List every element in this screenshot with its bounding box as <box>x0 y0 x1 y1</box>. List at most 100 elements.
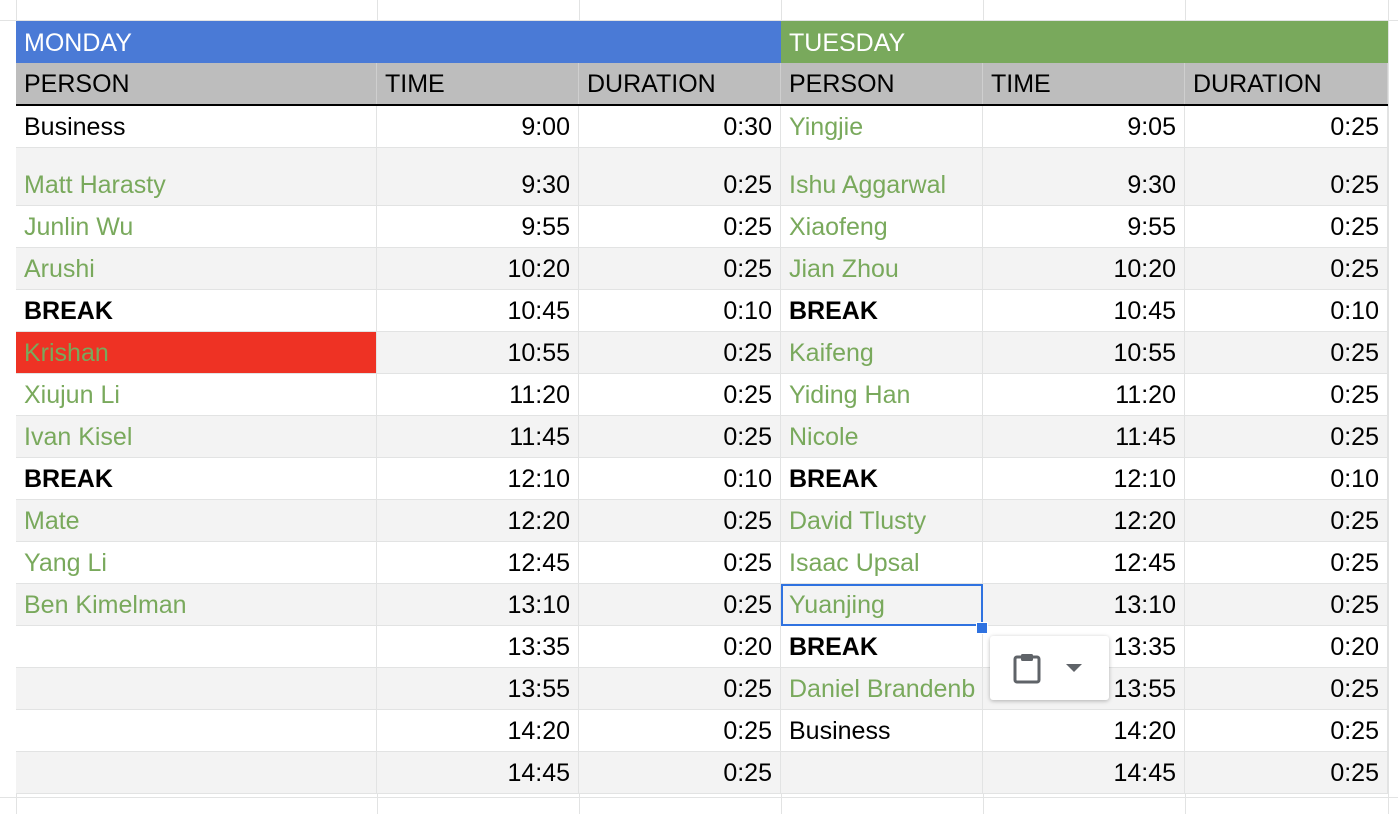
monday-time-cell[interactable]: 10:55 <box>377 332 579 374</box>
monday-duration-cell[interactable]: 0:25 <box>579 374 781 416</box>
monday-duration-cell[interactable]: 0:25 <box>579 500 781 542</box>
tuesday-time-cell[interactable]: 11:20 <box>983 374 1185 416</box>
monday-duration-cell[interactable]: 0:25 <box>579 206 781 248</box>
tuesday-person-cell[interactable]: BREAK <box>781 458 983 500</box>
tuesday-time-cell[interactable]: 10:45 <box>983 290 1185 332</box>
monday-person-cell[interactable]: Yang Li <box>16 542 377 584</box>
tuesday-duration-cell[interactable]: 0:25 <box>1185 710 1388 752</box>
monday-person-cell[interactable]: Matt Harasty <box>16 148 377 206</box>
tuesday-time-cell[interactable]: 12:20 <box>983 500 1185 542</box>
monday-time-cell[interactable]: 13:55 <box>377 668 579 710</box>
monday-duration-cell[interactable]: 0:25 <box>579 668 781 710</box>
monday-duration-cell[interactable]: 0:25 <box>579 416 781 458</box>
tuesday-person-cell[interactable]: Yingjie <box>781 106 983 148</box>
tuesday-person-cell[interactable]: Nicole <box>781 416 983 458</box>
monday-time-cell[interactable]: 9:00 <box>377 106 579 148</box>
clipboard-icon[interactable] <box>1012 652 1042 684</box>
monday-duration-cell[interactable]: 0:25 <box>579 710 781 752</box>
tuesday-duration-cell[interactable]: 0:25 <box>1185 374 1388 416</box>
monday-person-cell[interactable]: BREAK <box>16 290 377 332</box>
tuesday-person-cell[interactable]: Yiding Han <box>781 374 983 416</box>
monday-person-cell[interactable]: Junlin Wu <box>16 206 377 248</box>
monday-duration-cell[interactable]: 0:25 <box>579 332 781 374</box>
caret-down-icon[interactable] <box>1064 662 1084 674</box>
monday-time-cell[interactable]: 11:20 <box>377 374 579 416</box>
monday-duration-cell[interactable]: 0:25 <box>579 148 781 206</box>
tuesday-duration-cell[interactable]: 0:25 <box>1185 148 1388 206</box>
tuesday-person-cell[interactable]: David Tlusty <box>781 500 983 542</box>
monday-duration-cell[interactable]: 0:25 <box>579 248 781 290</box>
tuesday-duration-header[interactable]: DURATION <box>1185 63 1388 104</box>
monday-person-cell[interactable]: Business <box>16 106 377 148</box>
tuesday-person-cell[interactable]: BREAK <box>781 290 983 332</box>
tuesday-duration-cell[interactable]: 0:25 <box>1185 542 1388 584</box>
monday-person-cell[interactable] <box>16 752 377 794</box>
monday-person-cell[interactable] <box>16 626 377 668</box>
tuesday-duration-cell[interactable]: 0:10 <box>1185 290 1388 332</box>
monday-person-cell[interactable] <box>16 710 377 752</box>
monday-duration-cell[interactable]: 0:30 <box>579 106 781 148</box>
tuesday-duration-cell[interactable]: 0:25 <box>1185 206 1388 248</box>
tuesday-header-cell[interactable]: TUESDAY <box>781 21 1388 63</box>
tuesday-time-cell[interactable]: 13:10 <box>983 584 1185 626</box>
tuesday-person-cell[interactable]: Xiaofeng <box>781 206 983 248</box>
monday-person-cell[interactable]: BREAK <box>16 458 377 500</box>
monday-person-cell[interactable]: Mate <box>16 500 377 542</box>
tuesday-duration-cell[interactable]: 0:25 <box>1185 500 1388 542</box>
monday-time-cell[interactable]: 13:35 <box>377 626 579 668</box>
monday-person-cell[interactable] <box>16 668 377 710</box>
spreadsheet-grid[interactable]: MONDAY TUESDAY PERSON TIME DURATION PERS… <box>16 21 1388 794</box>
monday-duration-cell[interactable]: 0:10 <box>579 458 781 500</box>
tuesday-time-cell[interactable]: 10:55 <box>983 332 1185 374</box>
tuesday-time-cell[interactable]: 9:55 <box>983 206 1185 248</box>
monday-time-cell[interactable]: 10:20 <box>377 248 579 290</box>
tuesday-duration-cell[interactable]: 0:20 <box>1185 626 1388 668</box>
monday-person-cell[interactable]: Ivan Kisel <box>16 416 377 458</box>
tuesday-time-cell[interactable]: 12:10 <box>983 458 1185 500</box>
tuesday-person-cell[interactable] <box>781 752 983 794</box>
tuesday-duration-cell[interactable]: 0:10 <box>1185 458 1388 500</box>
monday-time-cell[interactable]: 13:10 <box>377 584 579 626</box>
monday-time-cell[interactable]: 12:10 <box>377 458 579 500</box>
monday-time-cell[interactable]: 12:45 <box>377 542 579 584</box>
monday-duration-header[interactable]: DURATION <box>579 63 781 104</box>
monday-time-cell[interactable]: 14:45 <box>377 752 579 794</box>
tuesday-time-cell[interactable]: 14:20 <box>983 710 1185 752</box>
tuesday-time-cell[interactable]: 9:30 <box>983 148 1185 206</box>
tuesday-duration-cell[interactable]: 0:25 <box>1185 752 1388 794</box>
monday-duration-cell[interactable]: 0:25 <box>579 752 781 794</box>
tuesday-duration-cell[interactable]: 0:25 <box>1185 332 1388 374</box>
monday-person-cell[interactable]: Krishan <box>16 332 377 374</box>
monday-time-cell[interactable]: 12:20 <box>377 500 579 542</box>
tuesday-time-header[interactable]: TIME <box>983 63 1185 104</box>
monday-time-header[interactable]: TIME <box>377 63 579 104</box>
tuesday-person-cell[interactable]: Business <box>781 710 983 752</box>
monday-time-cell[interactable]: 10:45 <box>377 290 579 332</box>
tuesday-person-cell[interactable]: Jian Zhou <box>781 248 983 290</box>
selection-fill-handle[interactable] <box>976 622 988 634</box>
tuesday-time-cell[interactable]: 9:05 <box>983 106 1185 148</box>
tuesday-time-cell[interactable]: 10:20 <box>983 248 1185 290</box>
monday-time-cell[interactable]: 9:30 <box>377 148 579 206</box>
tuesday-time-cell[interactable]: 12:45 <box>983 542 1185 584</box>
monday-duration-cell[interactable]: 0:25 <box>579 584 781 626</box>
monday-time-cell[interactable]: 14:20 <box>377 710 579 752</box>
tuesday-duration-cell[interactable]: 0:25 <box>1185 248 1388 290</box>
monday-person-cell[interactable]: Arushi <box>16 248 377 290</box>
monday-person-cell[interactable]: Ben Kimelman <box>16 584 377 626</box>
monday-duration-cell[interactable]: 0:25 <box>579 542 781 584</box>
monday-person-header[interactable]: PERSON <box>16 63 377 104</box>
tuesday-duration-cell[interactable]: 0:25 <box>1185 584 1388 626</box>
tuesday-person-cell[interactable]: Kaifeng <box>781 332 983 374</box>
tuesday-person-header[interactable]: PERSON <box>781 63 983 104</box>
tuesday-person-cell[interactable]: Isaac Upsal <box>781 542 983 584</box>
tuesday-time-cell[interactable]: 14:45 <box>983 752 1185 794</box>
tuesday-person-cell[interactable]: Yuanjing <box>781 584 983 626</box>
tuesday-person-cell[interactable]: Daniel Brandenb <box>781 668 983 710</box>
monday-time-cell[interactable]: 9:55 <box>377 206 579 248</box>
monday-header-cell[interactable]: MONDAY <box>16 21 781 63</box>
monday-time-cell[interactable]: 11:45 <box>377 416 579 458</box>
tuesday-person-cell[interactable]: Ishu Aggarwal <box>781 148 983 206</box>
monday-duration-cell[interactable]: 0:10 <box>579 290 781 332</box>
paste-options-popup[interactable] <box>990 636 1109 700</box>
